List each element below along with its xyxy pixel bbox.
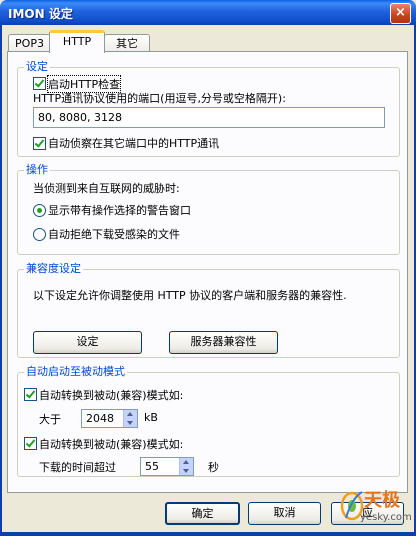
action-prompt: 当侦测到来自互联网的威胁时: <box>33 182 180 195</box>
time-unit-label: 秒 <box>208 461 219 474</box>
cancel-button[interactable]: 取消 <box>248 502 321 525</box>
title-bar: IMON 设定 × <box>0 0 416 25</box>
ports-input[interactable]: 80, 8080, 3128 <box>33 107 385 128</box>
warn-window-label[interactable]: 显示带有操作选择的警告窗口 <box>48 202 191 218</box>
settings-group-title: 设定 <box>24 60 50 74</box>
size-passive-checkbox[interactable] <box>24 388 37 401</box>
ok-button[interactable]: 确定 <box>165 502 240 525</box>
server-compat-button[interactable]: 服务器兼容性 <box>169 331 278 354</box>
warn-window-radio[interactable] <box>33 204 46 217</box>
tab-pop3-label: POP3 <box>15 37 44 50</box>
time-prefix-label: 下载的时间超过 <box>39 461 116 474</box>
enable-http-check-checkbox[interactable] <box>33 77 46 90</box>
size-prefix-label: 大于 <box>39 413 61 426</box>
passive-mode-group-title: 自动启动至被动模式 <box>24 365 127 379</box>
tab-other-label: 其它 <box>116 37 138 50</box>
time-passive-label[interactable]: 自动转换到被动(兼容)模式如: <box>39 436 183 452</box>
watermark-site: yesky.com <box>360 512 412 523</box>
action-group: 操作 当侦测到来自互联网的威胁时: 显示带有操作选择的警告窗口 自动拒绝下载受感… <box>17 163 400 255</box>
size-unit-label: kB <box>144 411 158 424</box>
compat-settings-button[interactable]: 设定 <box>33 331 142 354</box>
ports-label: HTTP通讯协议使用的端口(用逗号,分号或空格隔开): <box>33 92 286 105</box>
auto-detect-checkbox[interactable] <box>33 137 46 150</box>
close-button[interactable]: × <box>390 3 411 24</box>
spin-up-icon[interactable] <box>183 460 189 464</box>
compat-group: 兼容度设定 以下设定允许你调整使用 HTTP 协议的客户端和服务器的兼容性. 设… <box>17 262 400 358</box>
http-tab-panel: 设定 启动HTTP检查 HTTP通讯协议使用的端口(用逗号,分号或空格隔开): … <box>7 51 408 493</box>
time-spinner[interactable]: 55 <box>140 457 194 476</box>
size-passive-label[interactable]: 自动转换到被动(兼容)模式如: <box>39 387 183 403</box>
auto-reject-radio[interactable] <box>33 228 46 241</box>
compat-description: 以下设定允许你调整使用 HTTP 协议的客户端和服务器的兼容性. <box>33 289 347 302</box>
ports-input-value: 80, 8080, 3128 <box>38 111 122 124</box>
size-spinner-value: 2048 <box>86 412 114 425</box>
time-spinner-value: 55 <box>145 460 159 473</box>
settings-group: 设定 启动HTTP检查 HTTP通讯协议使用的端口(用逗号,分号或空格隔开): … <box>17 60 400 157</box>
window-title: IMON 设定 <box>8 7 73 21</box>
size-spinner-arrows[interactable] <box>123 410 137 427</box>
watermark-brand: 天极 <box>364 490 400 511</box>
watermark-logo: 天极 yesky.com <box>338 482 412 530</box>
compat-group-title: 兼容度设定 <box>24 262 83 276</box>
auto-reject-label[interactable]: 自动拒绝下载受感染的文件 <box>48 226 180 242</box>
action-group-title: 操作 <box>24 163 50 177</box>
passive-mode-group: 自动启动至被动模式 自动转换到被动(兼容)模式如: 大于 2048 kB 自动转… <box>17 365 400 477</box>
spin-down-icon[interactable] <box>183 469 189 473</box>
auto-detect-label[interactable]: 自动侦察在其它端口中的HTTP通讯 <box>48 135 219 151</box>
time-passive-checkbox[interactable] <box>24 437 37 450</box>
tab-http[interactable]: HTTP <box>49 30 105 53</box>
spin-down-icon[interactable] <box>127 421 133 425</box>
tab-http-label: HTTP <box>62 35 92 48</box>
time-spinner-arrows[interactable] <box>179 458 193 475</box>
spin-up-icon[interactable] <box>127 412 133 416</box>
size-spinner[interactable]: 2048 <box>81 409 138 428</box>
